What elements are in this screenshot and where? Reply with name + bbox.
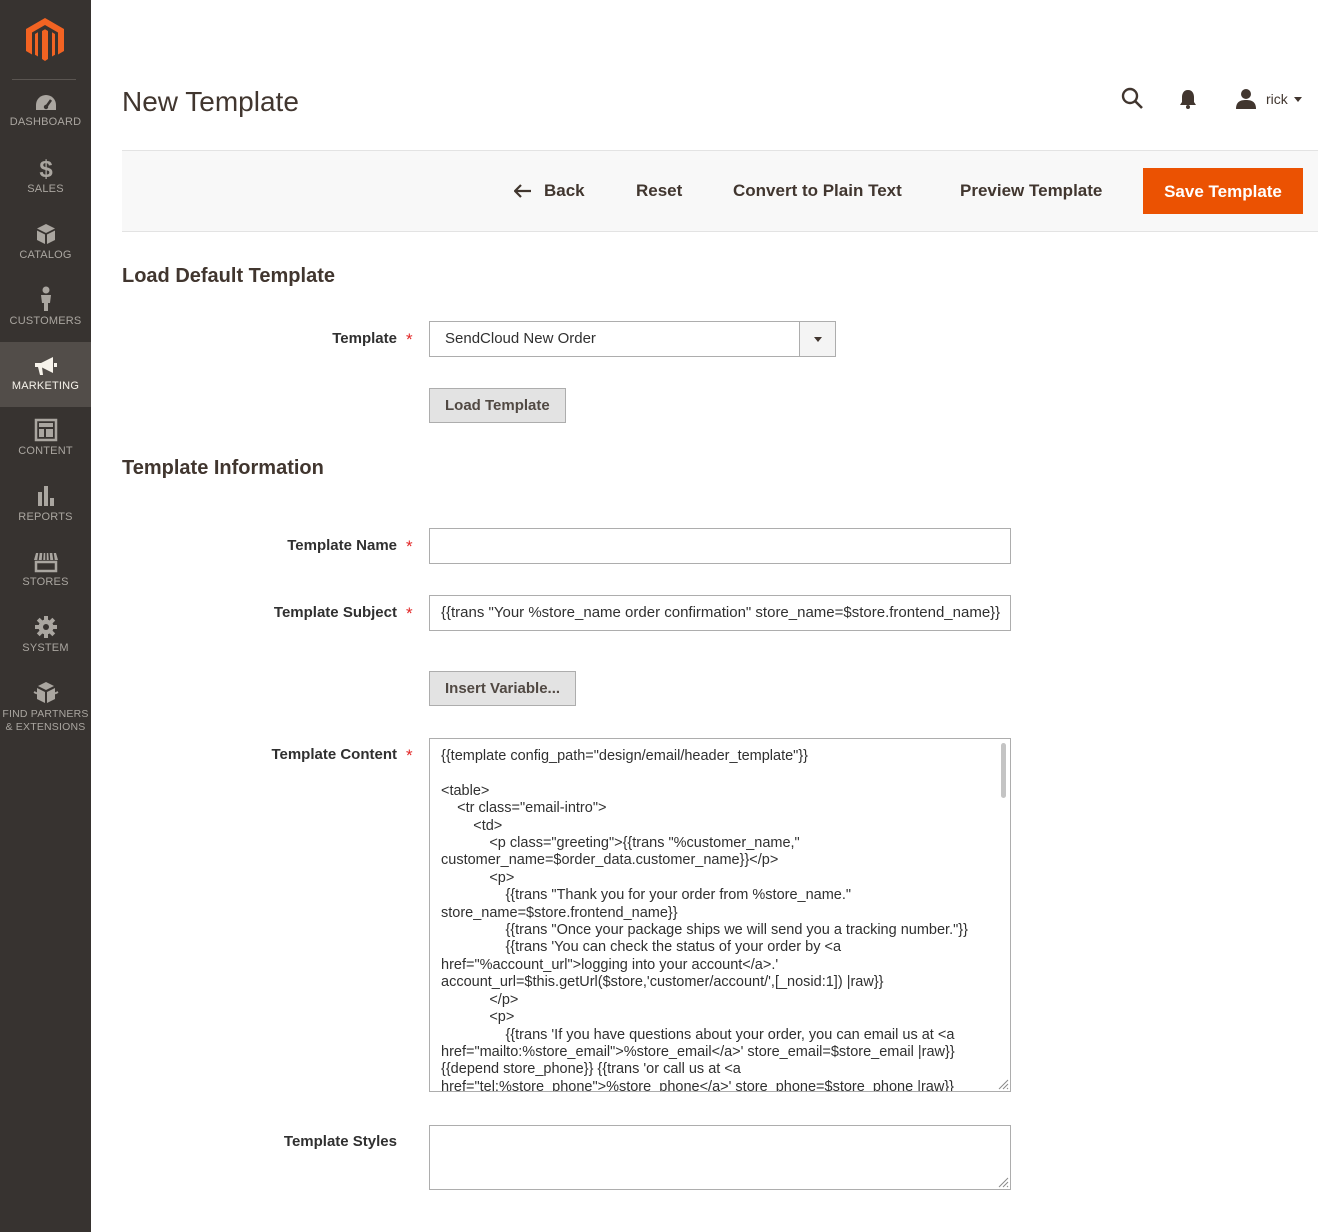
- cubes-icon: [33, 682, 58, 703]
- template-content-text: {{template config_path="design/email/hea…: [441, 748, 968, 1092]
- resize-handle-icon[interactable]: [997, 1078, 1009, 1090]
- sidebar-item-find-partners[interactable]: FIND PARTNERS & EXTENSIONS: [0, 681, 91, 743]
- template-select[interactable]: SendCloud New Order: [429, 321, 836, 357]
- sidebar-item-sales[interactable]: $ SALES: [0, 156, 91, 221]
- chevron-down-icon: [1293, 96, 1302, 102]
- storefront-icon: [33, 552, 58, 573]
- insert-variable-button[interactable]: Insert Variable...: [429, 671, 577, 706]
- search-icon: [1121, 87, 1143, 109]
- magento-logo-icon[interactable]: [25, 18, 65, 62]
- load-template-button[interactable]: Load Template: [429, 388, 566, 423]
- sidebar-item-stores[interactable]: STORES: [0, 551, 91, 616]
- person-icon: [40, 286, 51, 311]
- back-button[interactable]: Back: [514, 168, 585, 214]
- dashboard-icon: [35, 95, 56, 110]
- sidebar-item-dashboard[interactable]: DASHBOARD: [0, 93, 91, 158]
- sidebar-item-label: & EXTENSIONS: [5, 721, 86, 733]
- sidebar-item-label: MARKETING: [11, 380, 80, 392]
- template-subject-label: Template Subject: [273, 604, 397, 621]
- chevron-down-icon: [799, 322, 835, 356]
- sidebar-item-label: CONTENT: [18, 445, 73, 457]
- bar-chart-icon: [37, 486, 54, 506]
- template-label: Template: [332, 330, 397, 347]
- required-mark: *: [406, 537, 413, 556]
- notifications-button[interactable]: [1177, 88, 1199, 110]
- sidebar-item-reports[interactable]: REPORTS: [0, 484, 91, 549]
- sidebar-item-catalog[interactable]: CATALOG: [0, 222, 91, 287]
- megaphone-icon: [34, 357, 57, 375]
- layout-icon: [34, 418, 57, 442]
- required-mark: *: [406, 330, 413, 349]
- sidebar-item-label: SYSTEM: [22, 642, 69, 654]
- template-styles-textarea[interactable]: [429, 1125, 1011, 1190]
- sidebar-item-label: DASHBOARD: [9, 116, 82, 128]
- reset-button[interactable]: Reset: [636, 168, 682, 214]
- convert-to-plain-text-button[interactable]: Convert to Plain Text: [733, 168, 902, 214]
- box-icon: [36, 224, 55, 244]
- page-title: New Template: [122, 86, 299, 117]
- textarea-scrollbar[interactable]: [1001, 743, 1006, 798]
- sidebar-item-label: CATALOG: [19, 249, 72, 261]
- sidebar-item-marketing[interactable]: MARKETING: [0, 342, 91, 407]
- bell-icon: [1180, 90, 1196, 109]
- user-name: rick: [1266, 91, 1288, 107]
- preview-template-button[interactable]: Preview Template: [960, 168, 1102, 214]
- svg-text:$: $: [39, 156, 53, 180]
- global-search-button[interactable]: [1120, 86, 1144, 110]
- page-actions-bar: Back Reset Convert to Plain Text Preview…: [122, 150, 1318, 232]
- required-mark: *: [406, 746, 413, 765]
- sidebar-item-label: STORES: [22, 576, 69, 588]
- template-styles-label: Template Styles: [283, 1133, 397, 1150]
- gear-icon: [34, 616, 57, 638]
- arrow-left-icon: [514, 184, 531, 198]
- template-name-input[interactable]: [429, 528, 1011, 564]
- sidebar-item-label: FIND PARTNERS: [2, 708, 89, 720]
- template-subject-input[interactable]: {{trans "Your %store_name order confirma…: [429, 595, 1011, 631]
- user-menu-button[interactable]: rick: [1234, 87, 1302, 111]
- user-icon: [1236, 89, 1256, 109]
- template-content-textarea[interactable]: {{template config_path="design/email/hea…: [429, 738, 1011, 1092]
- sidebar-item-system[interactable]: SYSTEM: [0, 615, 91, 680]
- template-content-label: Template Content: [271, 746, 397, 763]
- sidebar-item-content[interactable]: CONTENT: [0, 418, 91, 483]
- required-mark: *: [406, 604, 413, 623]
- save-template-button[interactable]: Save Template: [1143, 168, 1303, 214]
- sidebar-item-label: REPORTS: [18, 511, 73, 523]
- sidebar-divider: [12, 79, 76, 80]
- template-select-value: SendCloud New Order: [445, 330, 596, 347]
- sidebar-item-label: SALES: [27, 183, 64, 195]
- back-button-label: Back: [544, 181, 585, 200]
- section-title-load-default: Load Default Template: [122, 265, 335, 287]
- resize-handle-icon[interactable]: [997, 1176, 1009, 1188]
- dollar-icon: $: [39, 156, 53, 180]
- template-name-label: Template Name: [287, 537, 397, 554]
- section-title-template-information: Template Information: [122, 457, 324, 479]
- sidebar-item-label: CUSTOMERS: [9, 315, 82, 327]
- admin-sidebar: DASHBOARD $ SALES CATALOG CUSTOMERS MARK…: [0, 0, 91, 1232]
